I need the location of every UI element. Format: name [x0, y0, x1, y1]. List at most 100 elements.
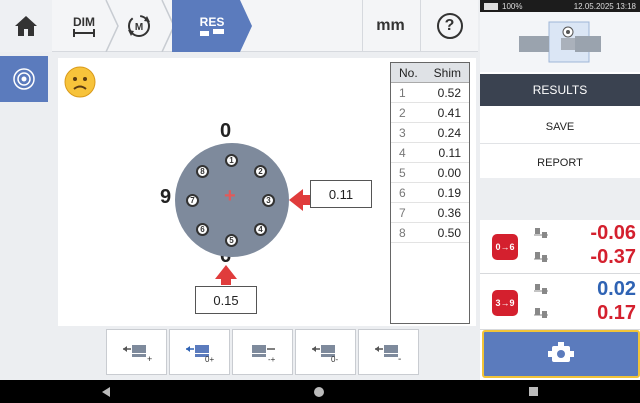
- shim-table: No. Shim 1 0.52 2 0.41 3 0.24 4 0.11 5 0…: [390, 62, 470, 324]
- right-arrow-icon: [289, 189, 303, 211]
- table-row: 6 0.19: [391, 183, 469, 203]
- svg-text:M: M: [135, 22, 143, 33]
- step-dimensions-label: DIM: [73, 15, 95, 29]
- step-results-label: RES: [199, 15, 225, 29]
- help-icon: ?: [436, 13, 463, 39]
- coupling-icon: [200, 29, 224, 36]
- center-crosshair-icon: +: [224, 185, 236, 207]
- android-nav-bar: [0, 380, 640, 403]
- unit-button[interactable]: mm: [362, 0, 418, 52]
- horizontal-result[interactable]: 3→9 0.02 0.17: [480, 276, 640, 330]
- svg-text:0-: 0-: [331, 355, 338, 363]
- svg-text:-+: -+: [268, 355, 276, 363]
- vertical-angularity-value: -0.37: [590, 246, 636, 268]
- recent-apps-icon[interactable]: [528, 387, 538, 396]
- right-panel: 100% 12.05.2025 13:18 RESULTS SAVE REPOR…: [480, 0, 640, 380]
- results-menu-item[interactable]: RESULTS: [480, 74, 640, 106]
- row-no: 4: [399, 145, 406, 160]
- add-shim-zero-button[interactable]: 0+: [169, 329, 230, 375]
- row-shim: 0.41: [437, 105, 461, 120]
- table-row: 4 0.11: [391, 143, 469, 163]
- table-row: 3 0.24: [391, 123, 469, 143]
- svg-text:+: +: [147, 354, 152, 363]
- battery-level: 100%: [502, 1, 523, 11]
- angularity-icon: [534, 308, 548, 318]
- save-button[interactable]: SAVE: [480, 110, 640, 144]
- shim-toolbar: + 0+ -+ 0- -: [106, 329, 420, 375]
- position-label-top: 0: [220, 120, 232, 142]
- bolt-1: 1: [225, 154, 238, 167]
- shim-remove-icon: -: [374, 345, 401, 363]
- row-shim: 0.19: [437, 185, 461, 200]
- offset-icon: [534, 228, 548, 238]
- status-bar: 100% 12.05.2025 13:18: [480, 0, 640, 12]
- vertical-result[interactable]: 0→6 -0.06 -0.37: [480, 220, 640, 274]
- panel-spacer: [480, 178, 640, 220]
- bottom-shim-value: 0.15: [195, 286, 257, 314]
- bolt-6: 6: [196, 223, 209, 236]
- step-results[interactable]: RES: [172, 0, 252, 52]
- bolt-4: 4: [254, 223, 267, 236]
- live-align-button[interactable]: [482, 330, 640, 378]
- table-row: 5 0.00: [391, 163, 469, 183]
- help-button[interactable]: ?: [420, 0, 478, 52]
- table-row: 7 0.36: [391, 203, 469, 223]
- position-label-left: 9: [160, 186, 172, 208]
- add-shim-left-button[interactable]: +: [106, 329, 167, 375]
- bolt-7: 7: [186, 194, 199, 207]
- horizontal-direction-badge: 3→9: [492, 290, 518, 316]
- flange-diagram: 1 2 3 4 5 6 7 8 +: [175, 143, 289, 257]
- top-bar: DIM M RES mm ?: [0, 0, 478, 52]
- vertical-direction-badge: 0→6: [492, 234, 518, 260]
- measure-rotation-icon: M: [128, 15, 150, 37]
- shim-zero-plus-icon: 0+: [185, 345, 214, 363]
- row-shim: 0.00: [437, 165, 461, 180]
- add-shim-right-button[interactable]: -+: [232, 329, 293, 375]
- svg-text:0+: 0+: [205, 355, 214, 363]
- row-shim: 0.24: [437, 125, 461, 140]
- up-arrow-tail: [221, 278, 231, 285]
- row-no: 7: [399, 205, 406, 220]
- right-shim-value: 0.11: [310, 180, 372, 208]
- dimension-arrow-icon: [73, 29, 95, 37]
- angularity-icon: [534, 252, 548, 262]
- header-shim: Shim: [433, 65, 461, 80]
- table-row: 8 0.50: [391, 223, 469, 243]
- sad-face-icon: [64, 66, 96, 98]
- machine-thumbnail[interactable]: [480, 12, 640, 72]
- row-shim: 0.50: [437, 225, 461, 240]
- offset-icon: [534, 284, 548, 294]
- row-shim: 0.52: [437, 85, 461, 100]
- home-button[interactable]: [0, 0, 52, 52]
- home-icon: [15, 16, 37, 36]
- horizontal-offset-value: 0.02: [597, 278, 636, 300]
- report-button[interactable]: REPORT: [480, 146, 640, 180]
- row-no: 2: [399, 105, 406, 120]
- bolt-8: 8: [196, 165, 209, 178]
- remove-shim-button[interactable]: -: [358, 329, 419, 375]
- view-toggle-button[interactable]: [0, 56, 48, 102]
- status-datetime: 12.05.2025 13:18: [573, 1, 636, 11]
- row-shim: 0.36: [437, 205, 461, 220]
- header-no: No.: [399, 65, 418, 80]
- alignment-screen: DIM M RES mm ? 0 9 1 2 3 4 5 6 7 8 + 0.1…: [0, 0, 640, 403]
- vertical-offset-value: -0.06: [590, 222, 636, 244]
- bolt-3: 3: [262, 194, 275, 207]
- row-no: 5: [399, 165, 406, 180]
- machine-coupling-icon: [519, 21, 601, 63]
- remove-shim-zero-button[interactable]: 0-: [295, 329, 356, 375]
- target-icon: [13, 68, 35, 90]
- row-no: 6: [399, 185, 406, 200]
- bolt-5: 5: [225, 234, 238, 247]
- shim-zero-minus-icon: 0-: [311, 345, 338, 363]
- row-no: 8: [399, 225, 406, 240]
- up-arrow-icon: [215, 265, 237, 279]
- sensor-icon: [548, 342, 574, 362]
- horizontal-angularity-value: 0.17: [597, 302, 636, 324]
- home-circle-icon[interactable]: [314, 386, 325, 397]
- back-icon[interactable]: [102, 386, 111, 397]
- step-dimensions[interactable]: DIM: [62, 0, 106, 52]
- row-shim: 0.11: [438, 145, 461, 160]
- table-row: 2 0.41: [391, 103, 469, 123]
- row-no: 1: [399, 85, 406, 100]
